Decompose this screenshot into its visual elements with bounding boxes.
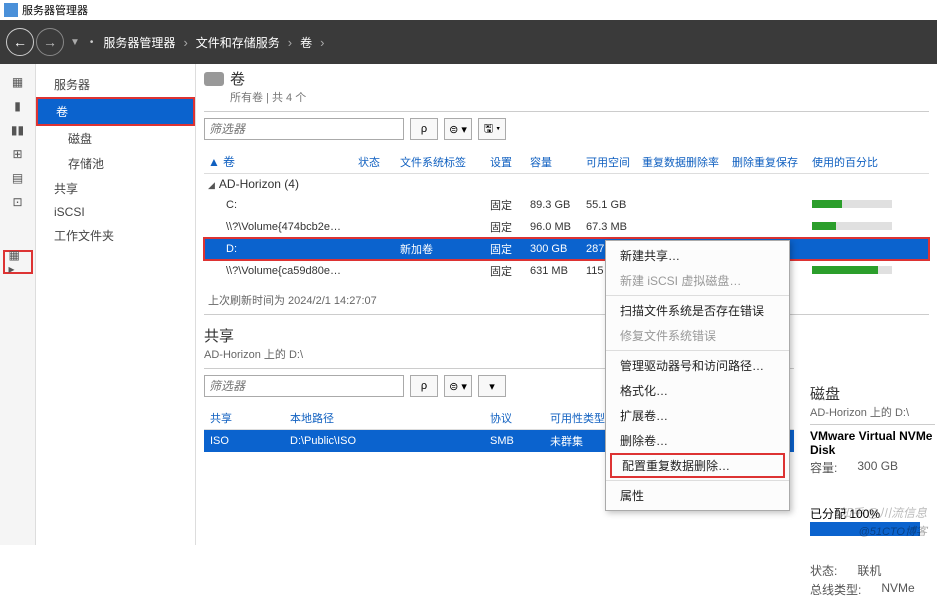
sidebar-item-disks[interactable]: 磁盘 (36, 126, 195, 151)
cm-properties[interactable]: 属性 (606, 483, 789, 508)
storage-icon[interactable]: ⊞ (8, 146, 28, 162)
table-row[interactable]: \\?\Volume{474bcb2e… 固定96.0 MB67.3 MB (204, 216, 929, 238)
icon-rail: ▦ ▮ ▮▮ ⊞ ▤ ⊡ ▦ ▸ (0, 64, 36, 545)
chevron-right-icon: › (288, 35, 292, 50)
cm-delete[interactable]: 删除卷… (606, 428, 789, 453)
disk-title: 磁盘 (810, 383, 935, 404)
disk-model: VMware Virtual NVMe Disk (810, 429, 935, 457)
sidebar-item-shares[interactable]: 共享 (36, 176, 195, 201)
nav-bullet-icon: • (90, 37, 94, 48)
cm-format[interactable]: 格式化… (606, 378, 789, 403)
save-query-button[interactable]: ▾ (478, 375, 506, 397)
addc-icon[interactable]: ▤ (8, 170, 28, 186)
search-button[interactable]: ρ (410, 118, 438, 140)
col-protocol[interactable]: 协议 (484, 407, 544, 430)
chevron-right-icon: › (320, 35, 324, 50)
volumes-table: ▲ 卷 状态 文件系统标签 设置 容量 可用空间 重复数据删除率 删除重复保存 … (204, 150, 929, 282)
context-menu: 新建共享… 新建 iSCSI 虚拟磁盘… 扫描文件系统是否存在错误 修复文件系统… (605, 240, 790, 511)
volumes-subtitle: 所有卷 | 共 4 个 (230, 89, 929, 105)
col-status[interactable]: 状态 (354, 150, 396, 174)
addns-icon[interactable]: ⊡ (8, 194, 28, 210)
nav-bar: ← → ▼ • 服务器管理器 › 文件和存储服务 › 卷 › (0, 20, 937, 64)
nav-arrows: ← → ▼ • (0, 28, 103, 56)
search-button[interactable]: ρ (410, 375, 438, 397)
breadcrumb-app[interactable]: 服务器管理器 (103, 34, 175, 51)
cm-extend[interactable]: 扩展卷… (606, 403, 789, 428)
divider (204, 111, 929, 112)
breadcrumb-volumes[interactable]: 卷 (300, 34, 312, 51)
table-row[interactable]: C: 固定89.3 GB55.1 GB (204, 194, 929, 216)
usage-bar (812, 200, 892, 208)
title-bar: 服务器管理器 (0, 0, 937, 20)
watermark: 知乎 @川流信息 @51CTO博客 (839, 497, 927, 539)
sidebar-item-pools[interactable]: 存储池 (36, 151, 195, 176)
divider (204, 314, 929, 315)
side-nav: 服务器 卷 磁盘 存储池 共享 iSCSI 工作文件夹 (36, 64, 196, 545)
save-query-button[interactable]: 🖫 ▾ (478, 118, 506, 140)
filter-input[interactable] (204, 118, 404, 140)
content-area: ▦ ▮ ▮▮ ⊞ ▤ ⊡ ▦ ▸ 服务器 卷 磁盘 存储池 共享 iSCSI 工… (0, 64, 937, 545)
shares-filter-input[interactable] (204, 375, 404, 397)
sidebar-item-volumes[interactable]: 卷 (38, 99, 193, 124)
col-label[interactable]: 文件系统标签 (396, 150, 486, 174)
breadcrumb: 服务器管理器 › 文件和存储服务 › 卷 › (103, 34, 324, 51)
col-capacity[interactable]: 容量 (526, 150, 582, 174)
last-refresh-text: 上次刷新时间为 2024/2/1 14:27:07 (208, 292, 929, 308)
table-row-selected[interactable]: D:新加卷 固定300 GB287 GB (204, 238, 929, 260)
col-free[interactable]: 可用空间 (582, 150, 638, 174)
window-title: 服务器管理器 (22, 2, 88, 18)
usage-bar (812, 222, 892, 230)
cm-scan-fs[interactable]: 扫描文件系统是否存在错误 (606, 298, 789, 323)
disk-panel: 磁盘 AD-Horizon 上的 D:\ VMware Virtual NVMe… (810, 383, 935, 598)
sidebar-item-iscsi[interactable]: iSCSI (36, 201, 195, 223)
cm-new-share[interactable]: 新建共享… (606, 243, 789, 268)
highlight-box: 卷 (36, 97, 195, 126)
cm-manage-letter[interactable]: 管理驱动器号和访问路径… (606, 353, 789, 378)
cm-configure-dedup[interactable]: 配置重复数据删除… (610, 453, 785, 478)
disk-status: 状态:联机 (810, 562, 935, 579)
disk-subtitle: AD-Horizon 上的 D:\ (810, 404, 935, 420)
app-icon (4, 3, 18, 17)
disk-bus: 总线类型:NVMe (810, 581, 935, 598)
col-dedup-rate[interactable]: 重复数据删除率 (638, 150, 728, 174)
history-dropdown-icon[interactable]: ▼ (70, 37, 80, 48)
col-share[interactable]: 共享 (204, 407, 284, 430)
filter-options-button[interactable]: ⊜ ▾ (444, 375, 472, 397)
col-volume[interactable]: 卷 (223, 155, 235, 169)
file-services-icon[interactable]: ▦ ▸ (3, 250, 33, 274)
cm-separator (606, 480, 789, 481)
col-setting[interactable]: 设置 (486, 150, 526, 174)
usage-bar (812, 266, 892, 274)
cm-repair-fs: 修复文件系统错误 (606, 323, 789, 348)
disk-capacity: 容量:300 GB (810, 459, 935, 476)
cm-new-iscsi: 新建 iSCSI 虚拟磁盘… (606, 268, 789, 293)
table-header-row: ▲ 卷 状态 文件系统标签 设置 容量 可用空间 重复数据删除率 删除重复保存 … (204, 150, 929, 174)
server-icon[interactable]: ▮ (8, 98, 28, 114)
sidebar-item-workfolders[interactable]: 工作文件夹 (36, 223, 195, 248)
filter-options-button[interactable]: ⊜ ▾ (444, 118, 472, 140)
breadcrumb-service[interactable]: 文件和存储服务 (196, 34, 280, 51)
group-row[interactable]: ◢AD-Horizon (4) (204, 174, 929, 195)
drive-icon (204, 72, 224, 86)
back-button[interactable]: ← (6, 28, 34, 56)
volumes-header: 卷 (204, 68, 929, 89)
col-path[interactable]: 本地路径 (284, 407, 484, 430)
cm-separator (606, 295, 789, 296)
col-dedup-saved[interactable]: 删除重复保存 (728, 150, 808, 174)
col-usage[interactable]: 使用的百分比 (808, 150, 929, 174)
chevron-right-icon: › (183, 35, 187, 50)
cm-separator (606, 350, 789, 351)
all-servers-icon[interactable]: ▮▮ (8, 122, 28, 138)
volumes-title: 卷 (230, 68, 245, 89)
sidebar-item-servers[interactable]: 服务器 (36, 72, 195, 97)
dashboard-icon[interactable]: ▦ (8, 74, 28, 90)
filter-row: ρ ⊜ ▾ 🖫 ▾ (204, 118, 929, 140)
group-name: AD-Horizon (4) (219, 177, 299, 191)
forward-button[interactable]: → (36, 28, 64, 56)
divider (810, 424, 935, 425)
table-row[interactable]: \\?\Volume{ca59d80e… 固定631 MB115 MB (204, 260, 929, 282)
